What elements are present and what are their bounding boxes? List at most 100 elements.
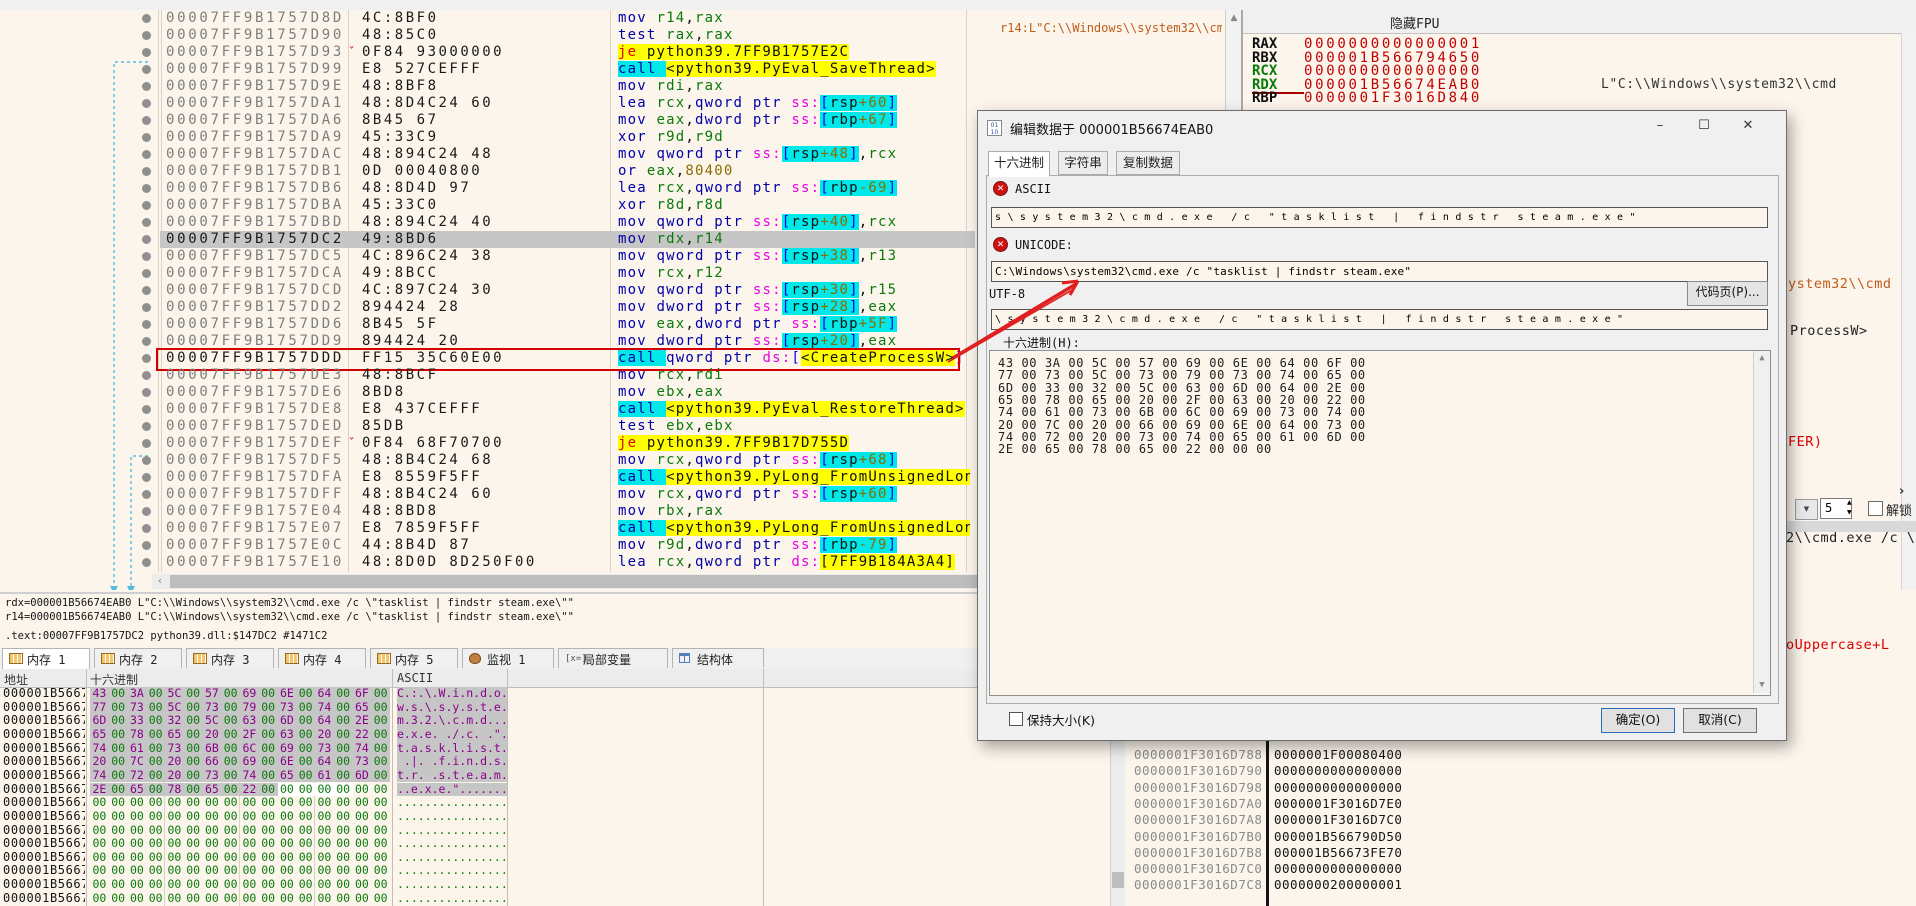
- dump-byte[interactable]: 00: [259, 851, 278, 865]
- breakpoint-dot[interactable]: [142, 252, 151, 261]
- dump-row[interactable]: 000001B5667465007800650020002F0063002000…: [0, 728, 1124, 742]
- dump-byte[interactable]: 00: [353, 783, 372, 797]
- dump-byte[interactable]: 00: [146, 742, 165, 756]
- dump-byte[interactable]: 00: [90, 851, 109, 865]
- stack-row[interactable]: 0000001F3016D7C80000000200000001: [1126, 877, 1462, 893]
- dump-byte[interactable]: 00: [296, 769, 315, 783]
- breakpoint-dot[interactable]: [142, 303, 151, 312]
- dump-byte[interactable]: 00: [334, 864, 353, 878]
- dump-byte[interactable]: 00: [203, 851, 222, 865]
- disasm-row[interactable]: 00007FF9B1757D99E8 527CEFFFcall <python3…: [0, 61, 1241, 78]
- stack-row[interactable]: 0000001F3016D7880000001F00080400: [1126, 747, 1462, 763]
- breakpoint-dot[interactable]: [142, 388, 151, 397]
- memory-dump-pane[interactable]: 内存 1内存 2内存 3内存 4内存 5监视 1[x=]局部变量结构体 地址 十…: [0, 648, 1124, 906]
- dump-byte[interactable]: 00: [259, 769, 278, 783]
- dump-byte[interactable]: 00: [221, 728, 240, 742]
- dump-byte[interactable]: 00: [296, 864, 315, 878]
- unlock-checkbox[interactable]: [1868, 501, 1883, 516]
- dump-byte[interactable]: 00: [221, 878, 240, 892]
- dump-byte[interactable]: 00: [221, 769, 240, 783]
- dump-byte[interactable]: 00: [334, 851, 353, 865]
- breakpoint-dot[interactable]: [142, 337, 151, 346]
- dump-byte[interactable]: 00: [184, 783, 203, 797]
- breakpoint-dot[interactable]: [142, 558, 151, 567]
- dump-byte[interactable]: 00: [146, 769, 165, 783]
- dump-byte[interactable]: 79: [240, 701, 259, 715]
- breakpoint-dot[interactable]: [142, 31, 151, 40]
- breakpoint-dot[interactable]: [142, 473, 151, 482]
- dump-byte[interactable]: 6D: [278, 714, 297, 728]
- dump-row[interactable]: 000001B566740000000000000000000000000000…: [0, 851, 1124, 865]
- stack-row[interactable]: 0000001F3016D7900000000000000000: [1126, 763, 1462, 779]
- dump-byte[interactable]: 00: [353, 864, 372, 878]
- dump-byte[interactable]: 00: [221, 783, 240, 797]
- maximize-icon[interactable]: ☐: [1682, 111, 1726, 143]
- dump-byte[interactable]: 20: [165, 755, 184, 769]
- dump-row[interactable]: 000001B566740000000000000000000000000000…: [0, 824, 1124, 838]
- dump-byte[interactable]: 00: [296, 742, 315, 756]
- cancel-button[interactable]: 取消(C): [1683, 708, 1757, 733]
- dump-byte[interactable]: 7C: [128, 755, 147, 769]
- dump-byte[interactable]: 00: [203, 810, 222, 824]
- dump-byte[interactable]: 00: [296, 851, 315, 865]
- dump-byte[interactable]: 00: [334, 769, 353, 783]
- dump-byte[interactable]: 00: [146, 810, 165, 824]
- dump-byte[interactable]: 00: [334, 837, 353, 851]
- dump-byte[interactable]: 65: [203, 783, 222, 797]
- dump-byte[interactable]: 00: [184, 837, 203, 851]
- dump-byte[interactable]: 74: [353, 742, 372, 756]
- dump-byte[interactable]: 00: [334, 878, 353, 892]
- dump-byte[interactable]: 00: [221, 714, 240, 728]
- dump-byte[interactable]: 00: [184, 701, 203, 715]
- dump-byte[interactable]: 00: [315, 796, 334, 810]
- dump-byte[interactable]: 00: [146, 824, 165, 838]
- dump-byte[interactable]: 5C: [203, 714, 222, 728]
- dump-byte[interactable]: 00: [128, 796, 147, 810]
- dump-tab-局部变量[interactable]: [x=]局部变量: [558, 648, 668, 668]
- scrollbar-thumb[interactable]: [170, 575, 1010, 588]
- dump-byte[interactable]: 00: [259, 687, 278, 701]
- dump-byte[interactable]: 00: [109, 878, 128, 892]
- dump-byte[interactable]: 00: [203, 864, 222, 878]
- dump-byte[interactable]: 69: [240, 687, 259, 701]
- dump-byte[interactable]: 00: [109, 783, 128, 797]
- dump-byte[interactable]: 00: [240, 837, 259, 851]
- dump-byte[interactable]: 00: [353, 824, 372, 838]
- dump-byte[interactable]: 00: [371, 878, 390, 892]
- dump-byte[interactable]: 00: [203, 892, 222, 906]
- dump-byte[interactable]: 00: [240, 892, 259, 906]
- breakpoint-dot[interactable]: [142, 82, 151, 91]
- dump-byte[interactable]: 00: [315, 864, 334, 878]
- dump-byte[interactable]: 00: [278, 851, 297, 865]
- dump-byte[interactable]: 00: [203, 824, 222, 838]
- dump-byte[interactable]: 00: [221, 851, 240, 865]
- dump-byte[interactable]: 00: [90, 892, 109, 906]
- dump-byte[interactable]: 00: [90, 810, 109, 824]
- breakpoint-dot[interactable]: [142, 14, 151, 23]
- stack-row[interactable]: 0000001F3016D7B0000001B566790D50: [1126, 829, 1462, 845]
- dump-byte[interactable]: 00: [353, 796, 372, 810]
- dump-byte[interactable]: 69: [278, 742, 297, 756]
- dump-byte[interactable]: 3A: [128, 687, 147, 701]
- breakpoint-dot[interactable]: [142, 439, 151, 448]
- dump-byte[interactable]: 00: [221, 837, 240, 851]
- dump-byte[interactable]: 00: [240, 878, 259, 892]
- dump-byte[interactable]: 00: [146, 714, 165, 728]
- dump-byte[interactable]: 73: [278, 701, 297, 715]
- breakpoint-dot[interactable]: [142, 524, 151, 533]
- dump-byte[interactable]: 64: [315, 714, 334, 728]
- dump-byte[interactable]: 00: [353, 892, 372, 906]
- dump-byte[interactable]: 00: [184, 714, 203, 728]
- dump-row[interactable]: 000001B5667443003A005C00570069006E006400…: [0, 687, 1124, 701]
- dump-row[interactable]: 000001B566740000000000000000000000000000…: [0, 810, 1124, 824]
- dump-byte[interactable]: 63: [278, 728, 297, 742]
- dump-byte[interactable]: 00: [146, 796, 165, 810]
- dump-byte[interactable]: 00: [109, 892, 128, 906]
- dump-byte[interactable]: 2E: [90, 783, 109, 797]
- dump-byte[interactable]: 00: [334, 701, 353, 715]
- dump-byte[interactable]: 00: [184, 769, 203, 783]
- dump-byte[interactable]: 00: [296, 892, 315, 906]
- disasm-row[interactable]: 00007FF9B1757D93ˇ0F84 93000000je python3…: [0, 44, 1241, 61]
- hex-edit-area[interactable]: 43 00 3A 00 5C 00 57 00 69 00 6E 00 64 0…: [989, 350, 1771, 696]
- dump-byte[interactable]: 00: [334, 810, 353, 824]
